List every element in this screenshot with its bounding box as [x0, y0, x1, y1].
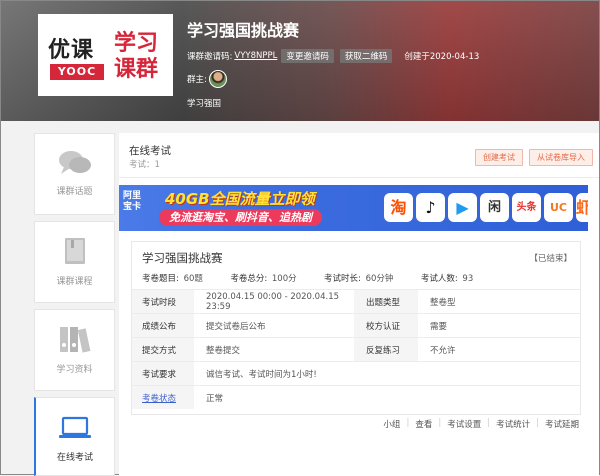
sidebar-item-label: 在线考试 [56, 453, 93, 463]
toutiao-icon: 头条 [512, 193, 541, 222]
sidebar-item-label: 课群话题 [56, 187, 93, 197]
group-link[interactable]: 小组 [383, 418, 400, 430]
sidebar-item-topics[interactable]: 课群话题 [34, 133, 115, 215]
page-title: 在线考试 [129, 145, 171, 157]
banner-brand: 阿里 宝卡 [123, 191, 142, 212]
divider [119, 177, 599, 178]
laptop-icon [59, 416, 91, 438]
table-row: 提交方式 整卷提交 反复练习 不允许 [132, 337, 580, 362]
questions-label: 考卷题目: [142, 274, 179, 284]
get-qr-button[interactable]: 获取二维码 [339, 49, 393, 63]
requirement-label: 考试要求 [132, 361, 194, 386]
owner-avatar[interactable] [208, 70, 227, 88]
chat-bubbles-icon [58, 151, 91, 174]
duration-label: 考试时长: [324, 274, 361, 284]
exam-settings-link[interactable]: 考试设置 [447, 418, 481, 430]
group-name: 学习强国 [187, 99, 222, 109]
sidebar-item-exams[interactable]: 在线考试 [34, 397, 115, 476]
taobao-icon: 淘 [384, 193, 413, 222]
created-date: 创建于2020-04-13 [404, 52, 480, 62]
sidebar-item-materials[interactable]: 学习资料 [34, 309, 115, 391]
verify-label: 校方认证 [354, 313, 418, 338]
practice-label: 反复练习 [354, 337, 418, 362]
youku-icon: ▶ [448, 193, 477, 222]
logo-text-yooc: YOOC [50, 64, 104, 80]
group-info: 学习强国挑战赛 课群邀请码: VYY8NPPL 变更邀请码 获取二维码 创建于2… [187, 17, 479, 109]
ad-banner[interactable]: 阿里 宝卡 40GB全国流量立即领 免流逛淘宝、刷抖音、追热剧 淘 ♪ ▶ 闲 … [119, 185, 588, 231]
book-icon [64, 238, 85, 264]
verify-value: 需要 [418, 313, 580, 338]
sidebar-item-label: 课群课程 [56, 277, 93, 287]
duration-value: 60分钟 [365, 274, 394, 284]
paper-state-label: 考卷状态 [132, 385, 194, 409]
score-label: 考卷总分: [230, 274, 268, 284]
exam-details-table: 考试时段 2020.04.15 00:00 - 2020.04.15 23:59… [132, 289, 580, 409]
submit-label: 提交方式 [132, 337, 194, 362]
xianyu-icon: 闲 [480, 193, 509, 222]
create-exam-button[interactable]: 创建考试 [475, 149, 523, 166]
table-row: 考试要求 诚信考试、考试时间为1小时! [132, 361, 580, 386]
questions-value: 60题 [183, 274, 203, 284]
requirement-value: 诚信考试、考试时间为1小时! [194, 361, 580, 386]
score-value: 100分 [271, 274, 297, 284]
yooc-logo: 优课 YOOC 学习 课群 [38, 14, 173, 96]
sidebar-item-courses[interactable]: 课群课程 [34, 221, 115, 303]
type-label: 出题类型 [354, 289, 418, 314]
banner-headline: 40GB全国流量立即领 [165, 190, 315, 208]
submit-value: 整卷提交 [194, 337, 354, 362]
logo-text-kequn: 课群 [114, 57, 159, 82]
separator: | [487, 418, 491, 428]
table-row: 考试时段 2020.04.15 00:00 - 2020.04.15 23:59… [132, 289, 580, 314]
separator: | [536, 418, 539, 428]
group-title: 学习强国挑战赛 [187, 21, 300, 40]
owner-row: 群主: [187, 69, 479, 89]
table-row: 考卷状态 正常 [132, 385, 580, 409]
invite-label: 课群邀请码: [187, 52, 233, 62]
time-label: 考试时段 [132, 289, 194, 314]
import-from-library-button[interactable]: 从试卷库导入 [529, 149, 593, 166]
xiami-icon: 虾 [576, 193, 588, 222]
time-value: 2020.04.15 00:00 - 2020.04.15 23:59 [194, 289, 354, 314]
sidebar-item-label: 学习资料 [56, 365, 93, 375]
people-label: 考试人数: [420, 274, 458, 284]
exam-meta: 考卷题目: 60题 考卷总分: 100分 考试时长: 60分钟 考试人数: 93 [142, 272, 473, 284]
paper-state-link[interactable]: 考卷状态 [142, 394, 176, 404]
publish-label: 成绩公布 [132, 313, 194, 338]
status-badge: 【已结束】 [529, 254, 572, 264]
invite-code[interactable]: VYY8NPPL [234, 51, 277, 61]
owner-label: 群主: [187, 75, 207, 85]
uc-icon: UC [544, 193, 573, 222]
exam-title[interactable]: 学习强国挑战赛 [142, 250, 223, 266]
exam-statistics-link[interactable]: 考试统计 [496, 418, 530, 430]
people-value: 93 [462, 274, 474, 284]
group-header: 优课 YOOC 学习 课群 学习强国挑战赛 课群邀请码: VYY8NPPL 变更… [1, 1, 599, 121]
banner-subline: 免流逛淘宝、刷抖音、追热剧 [159, 209, 322, 226]
type-value: 整卷型 [418, 289, 580, 314]
invite-row: 课群邀请码: VYY8NPPL 变更邀请码 获取二维码 创建于2020-04-1… [187, 49, 479, 63]
separator: | [438, 418, 442, 428]
view-link[interactable]: 查看 [415, 418, 432, 430]
publish-value: 提交试卷后公布 [194, 313, 354, 338]
logo-text-youke: 优课 [48, 38, 95, 63]
binders-icon [59, 327, 90, 353]
table-row: 成绩公布 提交试卷后公布 校方认证 需要 [132, 313, 580, 338]
exam-count: 考试：1 [129, 160, 160, 170]
logo-text-xuexi: 学习 [114, 31, 159, 56]
practice-value: 不允许 [418, 337, 580, 362]
main-panel: 在线考试 考试：1 创建考试 从试卷库导入 阿里 宝卡 40GB全国流量立即领 … [119, 133, 599, 476]
separator: | [406, 418, 410, 428]
exam-card: 学习强国挑战赛 【已结束】 考卷题目: 60题 考卷总分: 100分 考试时长:… [131, 241, 581, 415]
exam-extend-link[interactable]: 考试延期 [545, 418, 579, 430]
douyin-icon: ♪ [416, 193, 445, 222]
change-code-button[interactable]: 变更邀请码 [281, 49, 334, 63]
exam-actions: 小组 | 查看 | 考试设置 | 考试统计 | 考试延期 [383, 418, 579, 430]
paper-state-value: 正常 [194, 385, 580, 409]
